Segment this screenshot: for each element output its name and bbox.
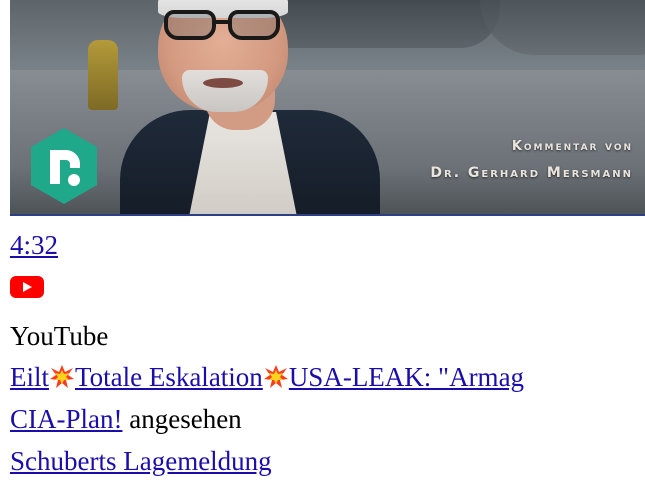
collision-icon bbox=[50, 365, 74, 388]
caption-line-2: Dr. Gerhard Mersmann bbox=[430, 165, 633, 181]
speaker-mouth bbox=[203, 78, 243, 88]
collision-icon bbox=[263, 365, 288, 388]
thumbnail-caption: Kommentar von Dr. Gerhard Mersmann bbox=[430, 134, 633, 186]
title-part-2: Totale Eskalation bbox=[75, 362, 263, 392]
title-line2-rest: angesehen bbox=[122, 404, 242, 434]
video-title-line-2: CIA-Plan! angesehen bbox=[10, 404, 242, 435]
channel-link[interactable]: Schuberts Lagemeldung bbox=[10, 446, 272, 477]
speaker-glasses bbox=[160, 10, 286, 42]
video-title-link[interactable]: Eilt Totale Eskalation USA-LEAK: "Armag bbox=[10, 362, 524, 393]
channel-logo-icon bbox=[31, 128, 97, 204]
search-result-video: Kommentar von Dr. Gerhard Mersmann 4:32 … bbox=[0, 0, 645, 488]
video-thumbnail[interactable]: Kommentar von Dr. Gerhard Mersmann bbox=[10, 0, 645, 216]
title-part-1: Eilt bbox=[10, 362, 49, 392]
video-source: YouTube bbox=[10, 321, 109, 351]
title-part-3: USA-LEAK: "Armag bbox=[288, 362, 525, 392]
title-line2-link[interactable]: CIA-Plan! bbox=[10, 404, 122, 434]
youtube-icon bbox=[10, 276, 44, 298]
thumbnail-crewman bbox=[88, 40, 118, 110]
caption-line-1: Kommentar von bbox=[511, 139, 633, 154]
video-duration-link[interactable]: 4:32 bbox=[10, 230, 58, 261]
